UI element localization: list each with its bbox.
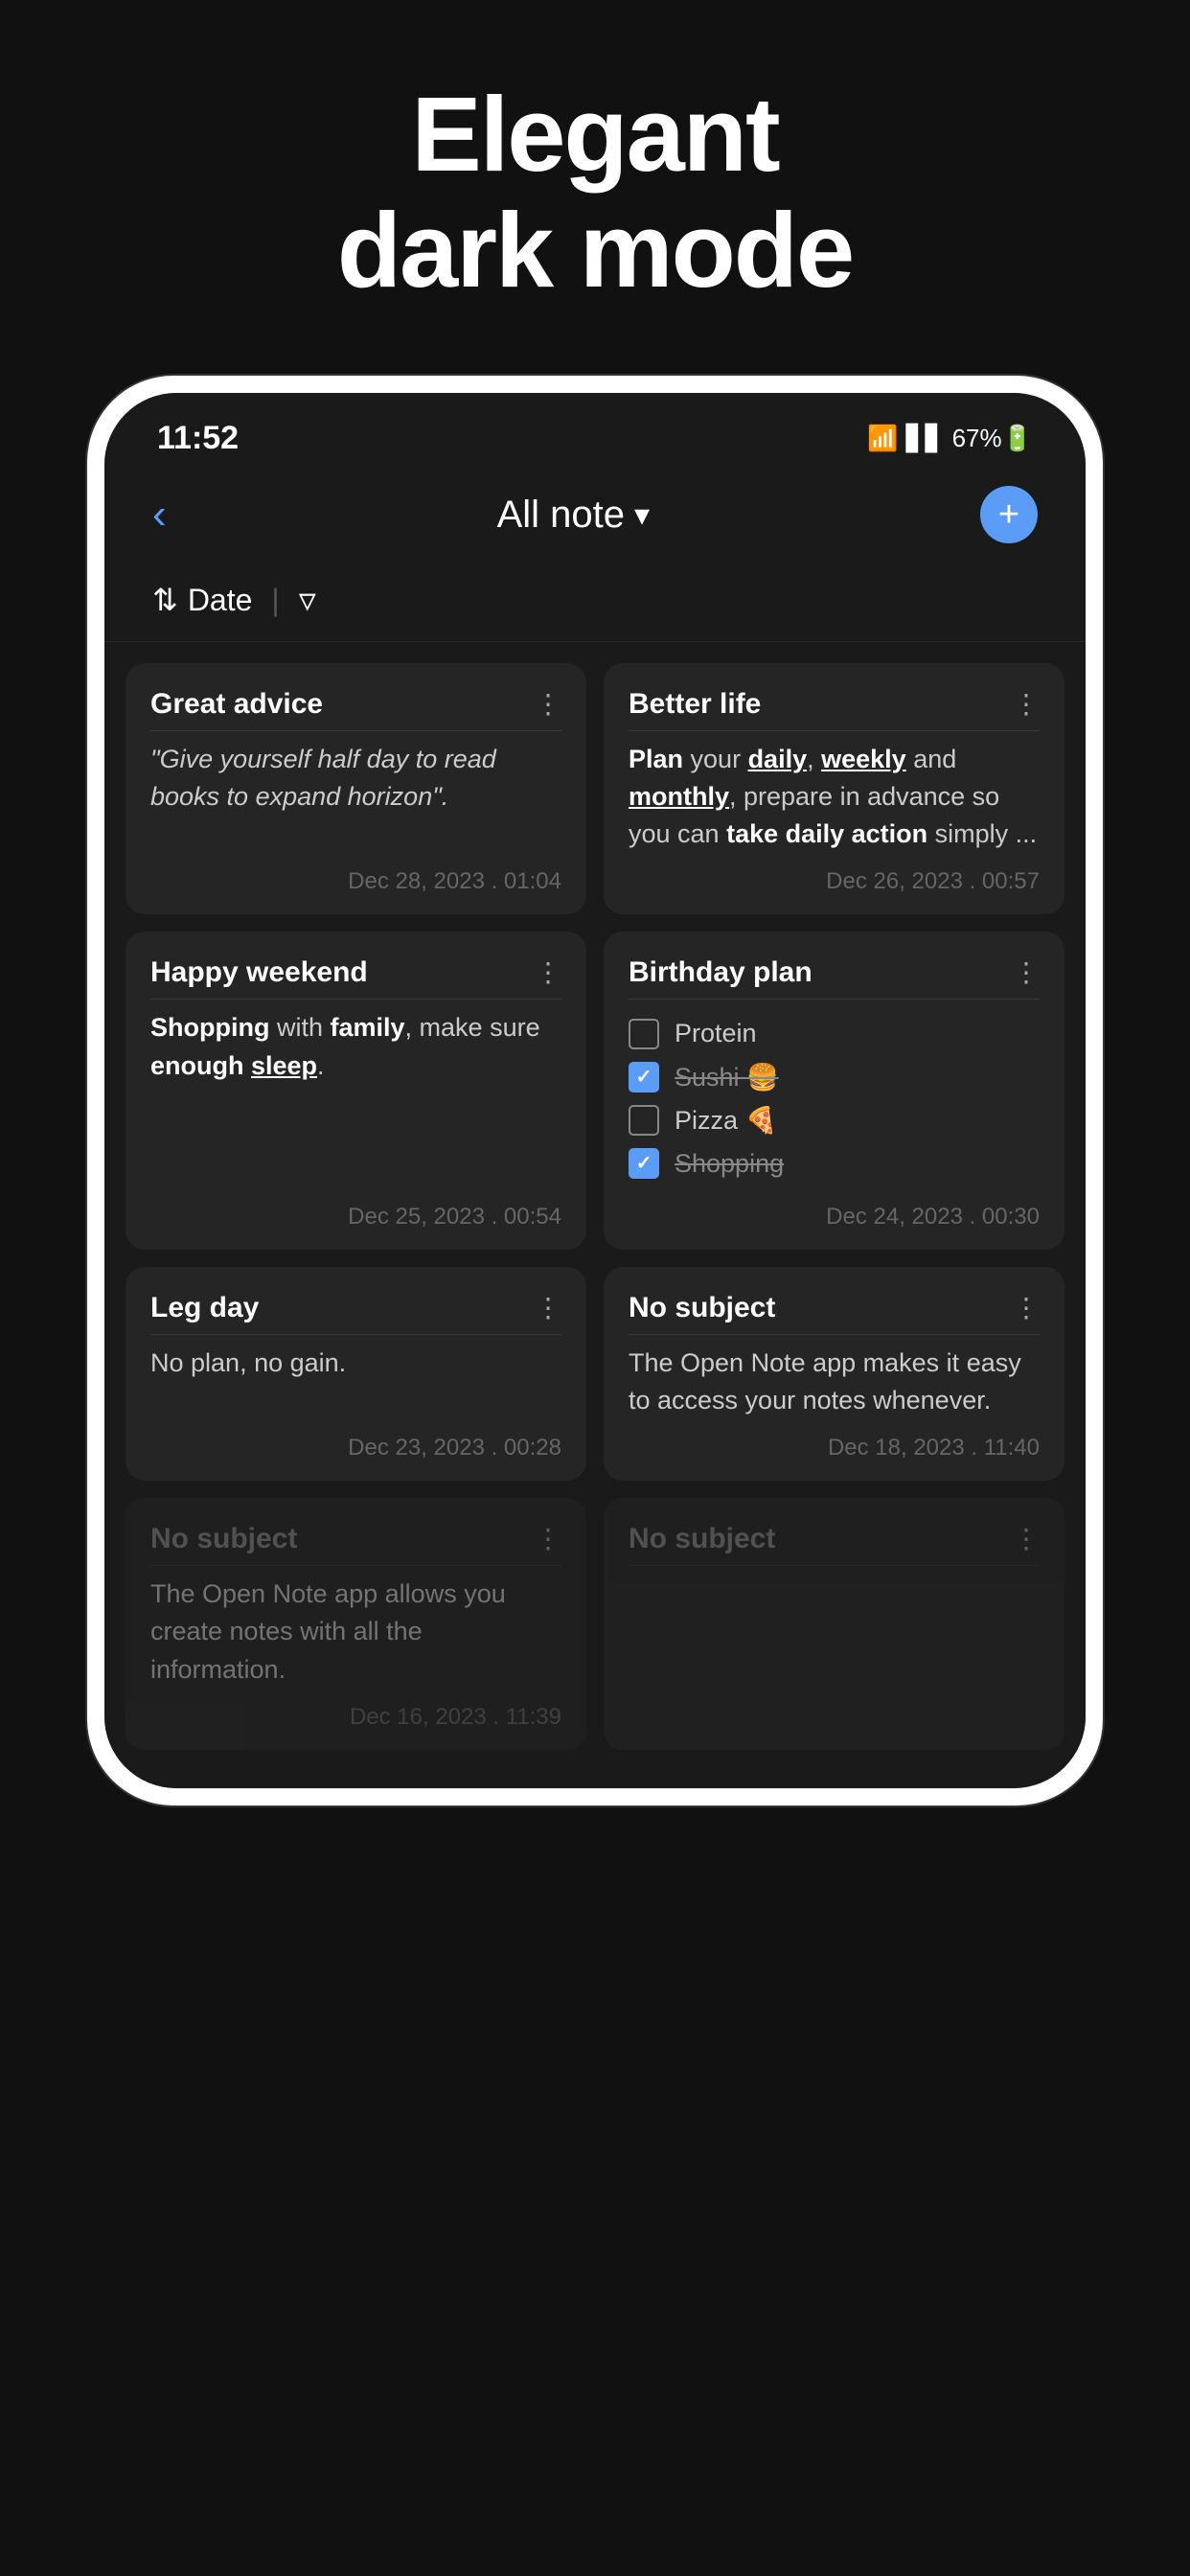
note-title: Happy weekend [150,956,368,989]
note-menu-icon[interactable]: ⋮ [1013,1292,1040,1323]
note-header: Happy weekend ⋮ [150,956,561,1000]
top-nav: ‹ All note ▾ + [104,467,1086,570]
note-header: Better life ⋮ [629,688,1040,731]
note-header: No subject ⋮ [150,1523,561,1566]
note-menu-icon[interactable]: ⋮ [535,688,561,720]
note-title: Better life [629,688,761,721]
checklist-item[interactable]: Shopping [629,1145,1040,1183]
note-card-great-advice[interactable]: Great advice ⋮ "Give yourself half day t… [126,663,586,914]
note-date: Dec 26, 2023 . 00:57 [629,868,1040,895]
notes-grid: Great advice ⋮ "Give yourself half day t… [104,642,1086,1788]
status-icons: 📶 ▋▋ 67%🔋 [867,424,1033,453]
filter-button[interactable]: ▿ [299,580,316,620]
note-card-no-subject-bottom[interactable]: No subject ⋮ [604,1498,1064,1749]
note-body: The Open Note app allows you create note… [150,1576,561,1688]
note-card-no-subject-right[interactable]: No subject ⋮ The Open Note app makes it … [604,1267,1064,1481]
note-body: No plan, no gain. [150,1345,561,1419]
hero-title: Elegant dark mode [337,77,853,309]
note-title: No subject [629,1523,775,1555]
note-date: Dec 24, 2023 . 00:30 [629,1204,1040,1230]
filter-separator: | [271,583,279,618]
checklist-item[interactable]: Protein [629,1015,1040,1052]
filter-bar: ⇅ Date | ▿ [104,570,1086,642]
note-menu-icon[interactable]: ⋮ [535,1292,561,1323]
checklist-item[interactable]: Pizza 🍕 [629,1102,1040,1139]
note-title: No subject [629,1292,775,1324]
checkbox-sushi[interactable] [629,1062,659,1092]
note-date: Dec 28, 2023 . 01:04 [150,868,561,895]
status-bar: 11:52 📶 ▋▋ 67%🔋 [104,393,1086,467]
note-body [629,1576,1040,1730]
checklist-label: Pizza 🍕 [675,1102,777,1139]
note-date: Dec 18, 2023 . 11:40 [629,1435,1040,1461]
checklist-item[interactable]: Sushi 🍔 [629,1059,1040,1096]
note-header: Birthday plan ⋮ [629,956,1040,1000]
note-date: Dec 25, 2023 . 00:54 [150,1204,561,1230]
note-menu-icon[interactable]: ⋮ [1013,1523,1040,1554]
note-header: Great advice ⋮ [150,688,561,731]
sort-label: Date [188,583,253,618]
nav-title-area[interactable]: All note ▾ [497,494,650,537]
checklist-label: Sushi 🍔 [675,1059,779,1096]
note-card-better-life[interactable]: Better life ⋮ Plan your daily, weekly an… [604,663,1064,914]
note-title: Leg day [150,1292,259,1324]
note-title: No subject [150,1523,297,1555]
note-body: The Open Note app makes it easy to acces… [629,1345,1040,1419]
checkbox-protein[interactable] [629,1019,659,1049]
wifi-icon: 📶 [867,424,898,453]
note-card-happy-weekend[interactable]: Happy weekend ⋮ Shopping with family, ma… [126,932,586,1250]
checklist-label: Shopping [675,1145,784,1183]
checkbox-shopping[interactable] [629,1148,659,1179]
note-card-birthday-plan[interactable]: Birthday plan ⋮ Protein Sushi 🍔 Pizza 🍕 [604,932,1064,1250]
sort-icon: ⇅ [152,582,178,618]
note-date: Dec 16, 2023 . 11:39 [150,1704,561,1731]
nav-title-text: All note [497,494,625,537]
phone-frame: 11:52 📶 ▋▋ 67%🔋 ‹ All note ▾ + ⇅ Date | … [87,376,1103,1806]
add-note-button[interactable]: + [980,486,1038,543]
checkbox-pizza[interactable] [629,1105,659,1136]
note-card-no-subject-left[interactable]: No subject ⋮ The Open Note app allows yo… [126,1498,586,1749]
note-menu-icon[interactable]: ⋮ [1013,956,1040,988]
sort-button[interactable]: ⇅ Date [152,582,252,618]
note-header: No subject ⋮ [629,1292,1040,1335]
status-time: 11:52 [157,420,239,457]
note-header: No subject ⋮ [629,1523,1040,1566]
note-title: Great advice [150,688,323,721]
note-date: Dec 23, 2023 . 00:28 [150,1435,561,1461]
phone-screen: 11:52 📶 ▋▋ 67%🔋 ‹ All note ▾ + ⇅ Date | … [104,393,1086,1788]
note-menu-icon[interactable]: ⋮ [535,956,561,988]
back-button[interactable]: ‹ [152,491,167,539]
note-menu-icon[interactable]: ⋮ [1013,688,1040,720]
checklist-label: Protein [675,1015,757,1052]
signal-bars: ▋▋ [906,424,945,453]
note-title: Birthday plan [629,956,812,989]
note-body: Protein Sushi 🍔 Pizza 🍕 Shopping [629,1009,1040,1188]
battery-indicator: 67%🔋 [952,424,1033,453]
note-body: Shopping with family, make sure enough s… [150,1009,561,1188]
note-body: "Give yourself half day to read books to… [150,741,561,853]
note-card-leg-day[interactable]: Leg day ⋮ No plan, no gain. Dec 23, 2023… [126,1267,586,1481]
note-body: Plan your daily, weekly and monthly, pre… [629,741,1040,853]
note-header: Leg day ⋮ [150,1292,561,1335]
note-menu-icon[interactable]: ⋮ [535,1523,561,1554]
chevron-down-icon: ▾ [634,496,650,533]
